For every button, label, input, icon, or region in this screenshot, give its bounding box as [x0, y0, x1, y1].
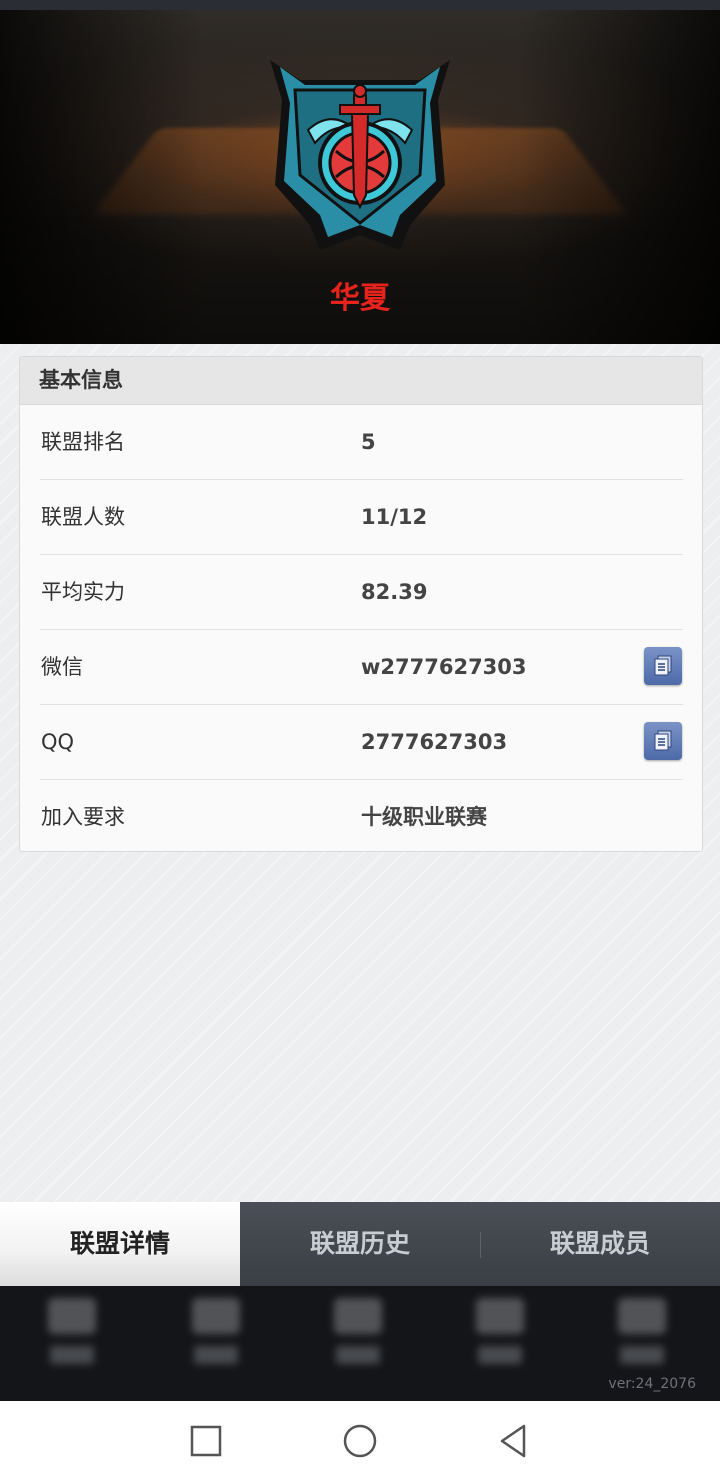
tab-league-members[interactable]: 联盟成员: [480, 1202, 720, 1286]
nav-item-blurred: [470, 1298, 530, 1378]
tab-league-details[interactable]: 联盟详情: [0, 1202, 240, 1286]
info-row-members: 联盟人数 11/12: [40, 480, 683, 555]
nav-item-blurred: [186, 1298, 246, 1378]
info-value: 十级职业联赛: [361, 805, 487, 829]
version-label: ver:24_2076: [608, 1376, 696, 1392]
info-label: 联盟人数: [41, 505, 125, 529]
copy-icon: [654, 655, 672, 676]
info-value: 2777627303: [361, 730, 508, 754]
status-bar: [0, 0, 720, 10]
copy-qq-button[interactable]: [644, 722, 682, 760]
info-label: 微信: [41, 655, 83, 679]
info-row-qq: QQ 2777627303: [40, 705, 683, 780]
info-row-join-requirement: 加入要求 十级职业联赛: [40, 780, 683, 854]
league-tab-bar: 联盟详情 联盟历史 联盟成员: [0, 1202, 720, 1286]
info-label: 联盟排名: [41, 430, 125, 454]
team-name: 华夏: [330, 281, 390, 316]
info-value: w2777627303: [361, 655, 527, 679]
tab-league-history[interactable]: 联盟历史: [240, 1202, 480, 1286]
recent-apps-icon[interactable]: [186, 1421, 226, 1461]
basic-info-card: 基本信息 联盟排名 5 联盟人数 11/12 平均实力 82.39 微信 w27…: [19, 356, 703, 852]
info-label: QQ: [41, 730, 75, 754]
info-value: 82.39: [361, 580, 428, 604]
nav-item-blurred: [42, 1298, 102, 1378]
home-icon[interactable]: [340, 1421, 380, 1461]
team-banner: 华夏: [0, 10, 720, 344]
info-value: 11/12: [361, 505, 428, 529]
info-value: 5: [361, 430, 376, 454]
team-emblem-icon: [270, 60, 450, 250]
copy-wechat-button[interactable]: [644, 647, 682, 685]
info-row-rank: 联盟排名 5: [40, 405, 683, 480]
copy-icon: [654, 730, 672, 751]
system-nav-bar: [0, 1401, 720, 1479]
basic-info-title: 基本信息: [20, 357, 702, 405]
back-icon[interactable]: [494, 1421, 534, 1461]
info-row-wechat: 微信 w2777627303: [40, 630, 683, 705]
nav-item-blurred: [612, 1298, 672, 1378]
info-row-avg-strength: 平均实力 82.39: [40, 555, 683, 630]
info-label: 加入要求: [41, 805, 125, 829]
nav-item-blurred: [328, 1298, 388, 1378]
info-label: 平均实力: [41, 580, 125, 604]
